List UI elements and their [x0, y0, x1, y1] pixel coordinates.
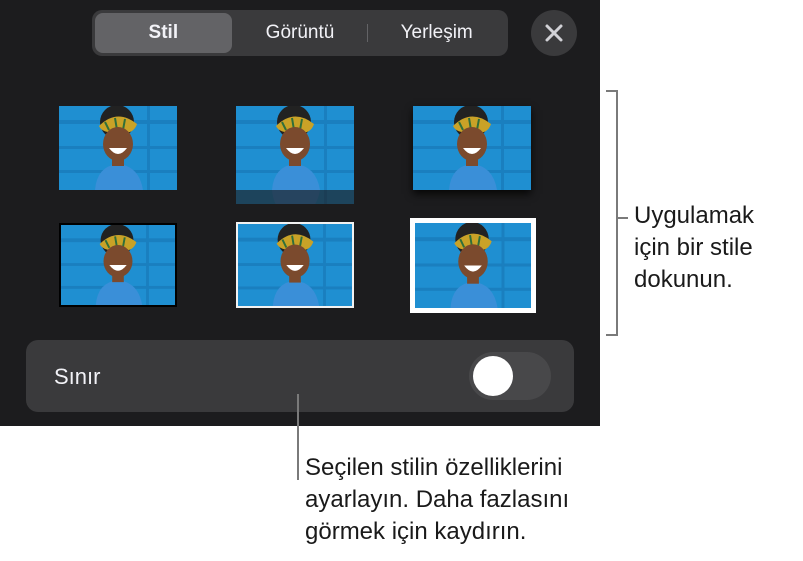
style-thumbnail-reflection[interactable] [236, 106, 354, 190]
tab-image-label: Görüntü [265, 22, 335, 43]
options-callout-line2: ayarlayın. Daha fazlasını [305, 486, 570, 513]
toggle-knob [473, 356, 513, 396]
style-thumbnail-thin-border[interactable] [59, 223, 177, 307]
reflection-effect [236, 190, 354, 204]
style-thumbnail-plain[interactable] [59, 106, 177, 190]
photo-image [413, 106, 531, 190]
style-thumbnail-shadow[interactable] [413, 106, 531, 190]
photo-image [59, 106, 177, 190]
bracket-line [616, 90, 618, 336]
close-button[interactable] [531, 10, 577, 56]
styles-callout-line1: Uygulamak [634, 202, 755, 229]
style-panel: Stil Görüntü Yerleşim Sınır [0, 0, 600, 426]
photo-image [238, 224, 352, 306]
options-callout-line1: Seçilen stilin özelliklerini [305, 454, 563, 481]
bracket-bottom [606, 334, 618, 336]
style-thumbnail-thick-white-frame[interactable] [410, 218, 536, 313]
photo-image [415, 223, 531, 308]
styles-callout-line2: için bir stile [634, 234, 753, 261]
bracket-top [606, 90, 618, 92]
photo-image [236, 106, 354, 190]
close-icon [545, 24, 563, 42]
styles-callout-text: Uygulamak için bir stile dokunun. [634, 200, 754, 296]
tab-arrange[interactable]: Yerleşim [368, 13, 505, 53]
style-thumbnail-white-frame[interactable] [236, 222, 354, 308]
options-callout-line3: görmek için kaydırın. [305, 518, 527, 545]
tab-arrange-label: Yerleşim [400, 22, 473, 43]
tab-style[interactable]: Stil [95, 13, 232, 53]
options-callout-text: Seçilen stilin özelliklerini ayarlayın. … [305, 452, 569, 548]
border-toggle[interactable] [469, 352, 551, 400]
border-label: Sınır [54, 364, 101, 389]
tab-control: Stil Görüntü Yerleşim [92, 10, 508, 56]
tab-image[interactable]: Görüntü [232, 13, 369, 53]
photo-image [61, 225, 175, 305]
tab-style-label: Stil [148, 22, 179, 43]
border-setting-row: Sınır [26, 340, 574, 412]
options-callout-line [297, 394, 299, 480]
bracket-tick [618, 217, 628, 219]
styles-callout-line3: dokunun. [634, 266, 733, 293]
